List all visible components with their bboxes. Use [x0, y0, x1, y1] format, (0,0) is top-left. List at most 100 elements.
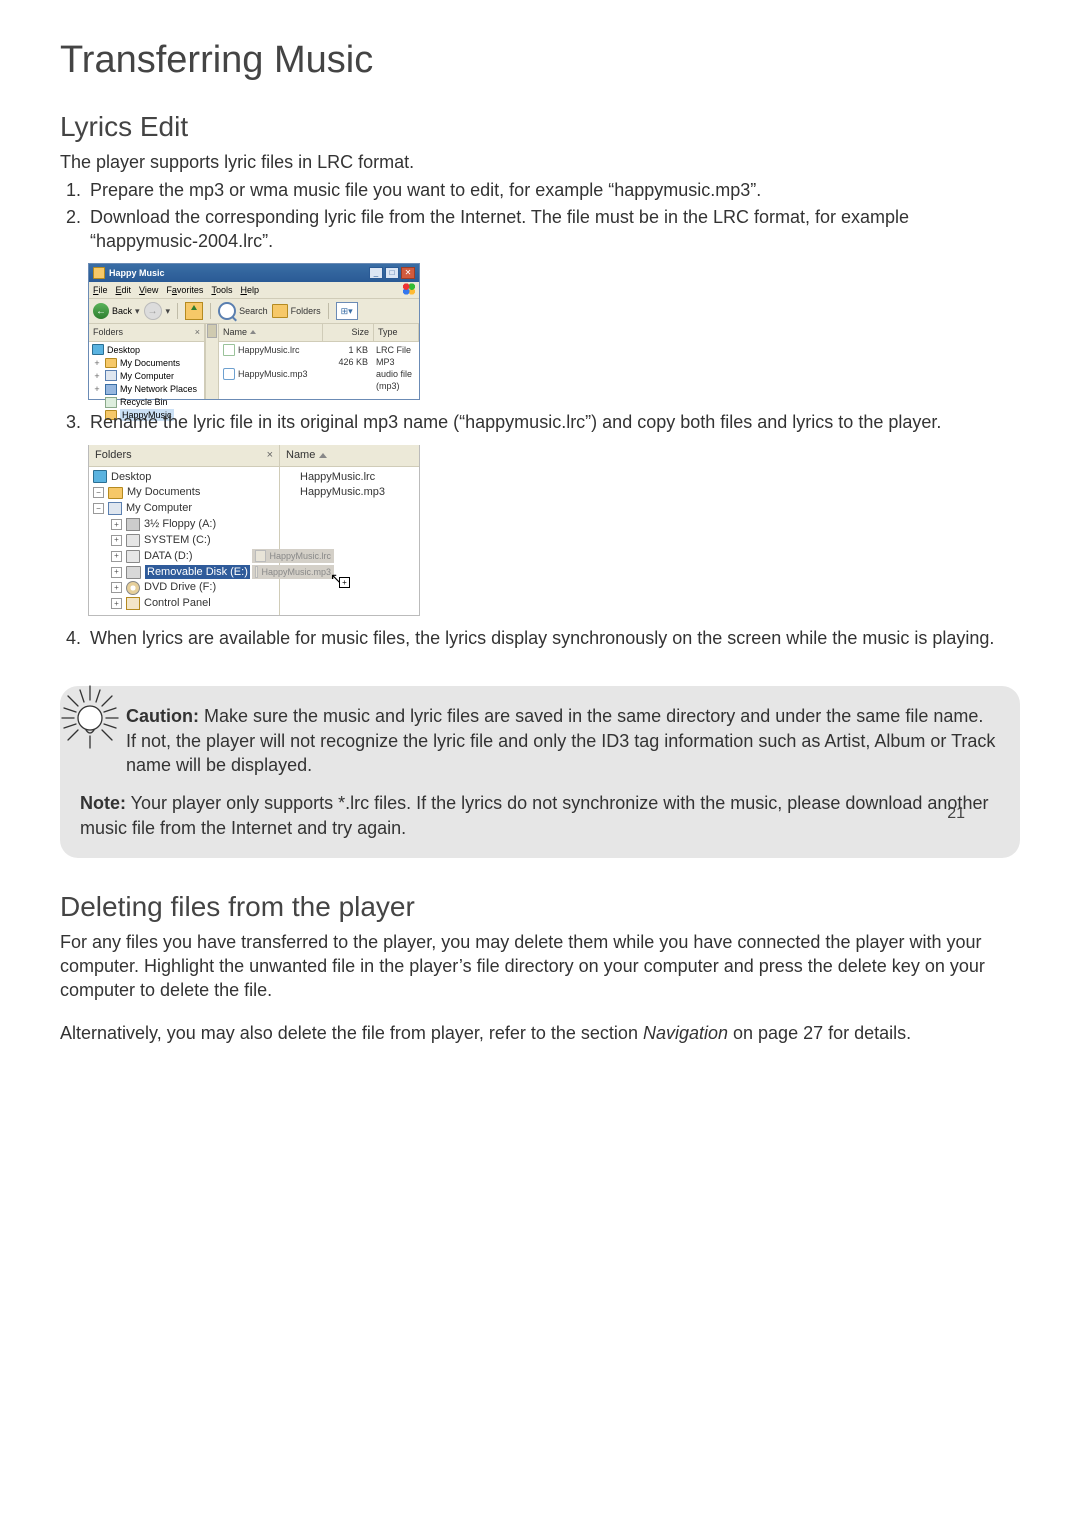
maximize-button[interactable]: □: [385, 267, 399, 279]
list-header: Name Size Type: [219, 324, 419, 341]
folders-panel-title: Folders: [93, 326, 123, 338]
explorer-window-1: Happy Music _ □ ✕ File Edit View Favorit…: [88, 263, 420, 400]
tree-mycomp[interactable]: +My Computer: [92, 370, 201, 382]
lyrics-steps-end: When lyrics are available for music file…: [60, 626, 1020, 650]
tree-mydocs[interactable]: −My Documents: [93, 485, 275, 500]
file-row-mp3[interactable]: HappyMusic.mp3 426 KB MP3 audio file (mp…: [219, 356, 419, 392]
menubar: File Edit View Favorites Tools Help: [89, 282, 419, 299]
tree-mycomp[interactable]: −My Computer: [93, 501, 275, 516]
col-size[interactable]: Size: [323, 324, 374, 340]
heading-lyrics-edit: Lyrics Edit: [60, 108, 1020, 146]
views-button[interactable]: ⊞▾: [336, 302, 358, 320]
caution-text: Make sure the music and lyric files are …: [126, 706, 995, 775]
sort-asc-icon: [319, 453, 327, 458]
tree-system-c[interactable]: +SYSTEM (C:): [93, 533, 275, 548]
tree-desktop[interactable]: Desktop: [93, 470, 275, 485]
tree-recycle[interactable]: Recycle Bin: [92, 396, 201, 408]
back-button[interactable]: ← Back ▾: [93, 303, 140, 319]
menu-file[interactable]: File: [93, 284, 108, 296]
computer-icon: [105, 370, 117, 381]
computer-icon: [108, 502, 122, 515]
step-4: When lyrics are available for music file…: [86, 626, 1020, 650]
caution-paragraph: Caution: Make sure the music and lyric f…: [126, 704, 996, 777]
col-name[interactable]: Name: [286, 448, 315, 463]
folder-icon: [93, 267, 105, 279]
folders-panel-title: Folders: [95, 448, 132, 463]
folders-panel: Folders × Desktop +My Documents +My Comp…: [89, 324, 205, 399]
tree-network[interactable]: +My Network Places: [92, 383, 201, 395]
deleting-p1: For any files you have transferred to th…: [60, 930, 1020, 1003]
step-2: Download the corresponding lyric file fr…: [86, 205, 1020, 254]
tree-removable-e[interactable]: +Removable Disk (E:): [93, 565, 275, 580]
tree-desktop[interactable]: Desktop: [92, 344, 201, 356]
window-title: Happy Music: [109, 267, 165, 279]
menu-view[interactable]: View: [139, 284, 158, 296]
col-type[interactable]: Type: [374, 324, 419, 340]
lrc-file-icon: [284, 471, 296, 483]
ghost-file-icon: [255, 566, 258, 578]
ghost-file-icon: [255, 550, 266, 562]
page-number: 21: [947, 803, 965, 825]
file-row-lrc[interactable]: HappyMusic.lrc 1 KB LRC File: [219, 344, 419, 356]
menu-favorites[interactable]: Favorites: [166, 284, 203, 296]
recycle-bin-icon: [105, 397, 117, 408]
heading-deleting: Deleting files from the player: [60, 888, 1020, 926]
tree-scrollbar[interactable]: [205, 324, 219, 399]
file-list-panel-2: Name HappyMusic.lrc HappyMusic.mp3 Happy…: [280, 445, 419, 615]
back-arrow-icon: ←: [93, 303, 109, 319]
folders-panel-2: Folders × Desktop −My Documents −My Comp…: [89, 445, 280, 615]
folder-icon: [272, 304, 288, 318]
tree-data-d[interactable]: +DATA (D:): [93, 549, 275, 564]
menu-edit[interactable]: Edit: [116, 284, 132, 296]
window-titlebar: Happy Music _ □ ✕: [89, 264, 419, 282]
col-name[interactable]: Name: [219, 324, 323, 340]
search-icon: [218, 302, 236, 320]
close-button[interactable]: ✕: [401, 267, 415, 279]
toolbar: ← Back ▾ → ▾ Search Folders ⊞▾: [89, 299, 419, 324]
tree-control-panel[interactable]: +Control Panel: [93, 596, 275, 611]
folders-button[interactable]: Folders: [272, 304, 321, 318]
menu-help[interactable]: Help: [240, 284, 259, 296]
note-text: Your player only supports *.lrc files. I…: [80, 793, 988, 837]
close-panel-icon[interactable]: ×: [195, 326, 200, 338]
tree-dvd-f[interactable]: +DVD Drive (F:): [93, 580, 275, 595]
caution-label: Caution:: [126, 706, 199, 726]
forward-button[interactable]: →: [144, 302, 162, 320]
drag-ghost: HappyMusic.lrc HappyMusic.mp3: [252, 549, 334, 579]
removable-disk-icon: [126, 566, 141, 579]
floppy-icon: [126, 518, 140, 531]
up-folder-icon[interactable]: [185, 302, 203, 320]
page-title: Transferring Music: [60, 35, 1020, 86]
mp3-file-icon: [284, 487, 296, 499]
navigation-ref: Navigation: [643, 1023, 728, 1043]
minimize-button[interactable]: _: [369, 267, 383, 279]
step-1: Prepare the mp3 or wma music file you wa…: [86, 178, 1020, 202]
explorer-window-2: Folders × Desktop −My Documents −My Comp…: [88, 445, 420, 616]
control-panel-icon: [126, 597, 140, 610]
file-list-panel: Name Size Type HappyMusic.lrc 1 KB LRC F…: [219, 324, 419, 399]
file-row-mp3[interactable]: HappyMusic.mp3: [284, 485, 415, 500]
file-row-lrc[interactable]: HappyMusic.lrc: [284, 470, 415, 485]
windows-flag-icon: [402, 283, 416, 295]
deleting-p2: Alternatively, you may also delete the f…: [60, 1021, 1020, 1045]
folder-tree-2: Desktop −My Documents −My Computer +3½ F…: [89, 467, 279, 616]
folder-icon: [108, 487, 123, 499]
close-panel-icon[interactable]: ×: [267, 448, 273, 463]
sort-asc-icon: [250, 330, 256, 334]
lrc-file-icon: [223, 344, 235, 356]
menu-tools[interactable]: Tools: [211, 284, 232, 296]
mp3-file-icon: [223, 368, 235, 380]
search-button[interactable]: Search: [218, 302, 268, 320]
desktop-icon: [92, 344, 104, 355]
tree-mydocs[interactable]: +My Documents: [92, 357, 201, 369]
disk-icon: [126, 534, 140, 547]
lyrics-steps-cont: Rename the lyric file in its original mp…: [60, 410, 1020, 434]
step-3: Rename the lyric file in its original mp…: [86, 410, 1020, 434]
lightbulb-sun-icon: [54, 680, 126, 752]
note-label: Note:: [80, 793, 126, 813]
dvd-icon: [126, 581, 140, 595]
caution-note-box: Caution: Make sure the music and lyric f…: [60, 686, 1020, 857]
desktop-icon: [93, 470, 107, 483]
tree-floppy[interactable]: +3½ Floppy (A:): [93, 517, 275, 532]
lyrics-steps: Prepare the mp3 or wma music file you wa…: [60, 178, 1020, 253]
